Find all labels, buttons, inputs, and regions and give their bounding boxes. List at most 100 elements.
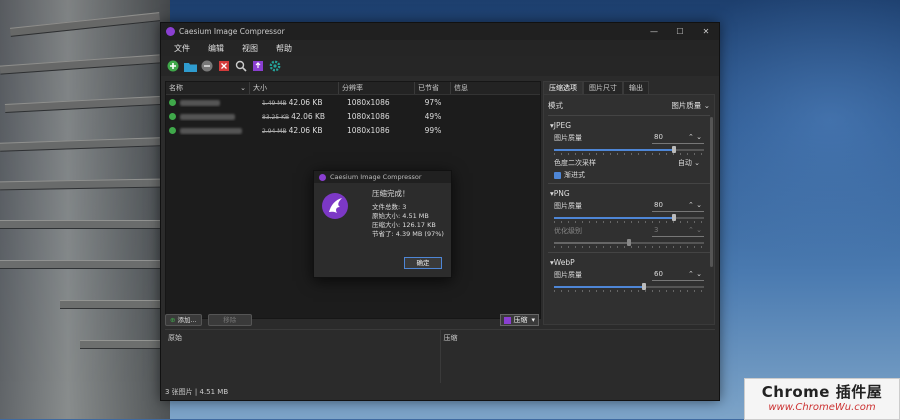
tab-output[interactable]: 输出 (623, 81, 649, 94)
saved-cell: 99% (424, 125, 442, 135)
tab-compression[interactable]: 压缩选项 (543, 81, 583, 94)
mode-label: 模式 (548, 100, 563, 110)
folder-icon[interactable] (183, 59, 197, 73)
resolution-cell: 1080x1086 (347, 125, 390, 135)
progressive-label: 渐进式 (564, 171, 585, 179)
file-name-cell (166, 112, 250, 121)
png-optimization-label: 优化级别 (554, 227, 582, 235)
column-info[interactable]: 信息 (451, 82, 540, 94)
png-optimization-row: 优化级别 3 ⌃ ⌄ (554, 225, 704, 237)
ok-button[interactable]: 确定 (404, 257, 442, 269)
toolbar (161, 56, 719, 76)
tab-resize[interactable]: 图片尺寸 (583, 81, 623, 94)
settings-icon[interactable] (268, 59, 282, 73)
export-icon[interactable] (251, 59, 265, 73)
progressive-checkbox[interactable] (554, 171, 561, 179)
jpeg-quality-spinbox[interactable]: 80 ⌃ ⌄ (652, 133, 704, 144)
resolution-cell: 1080x1086 (347, 97, 390, 107)
webp-quality-label: 图片质量 (554, 271, 582, 279)
webp-quality-slider[interactable] (554, 282, 704, 292)
chevron-down-icon: ⌄ (703, 100, 710, 110)
blurred-filename (180, 127, 242, 134)
menu-bar: 文件 编辑 视图 帮助 (161, 40, 719, 56)
original-label: 原始 (168, 334, 182, 342)
original-preview: 原始 (165, 329, 440, 383)
status-bar: 3 张图片 | 4.51 MB (165, 388, 229, 396)
webp-quality-row: 图片质量 60 ⌃ ⌄ (554, 269, 704, 281)
compress-button[interactable]: 压缩 ▾ (500, 314, 539, 326)
dialog-message: 压缩完成！ 文件总数: 3 原始大小: 4.51 MB 压缩大小: 126.17… (372, 189, 444, 239)
remove-icon[interactable] (200, 59, 214, 73)
saved-cell: 49% (424, 111, 442, 121)
png-quality-spinbox[interactable]: 80 ⌃ ⌄ (652, 201, 704, 212)
dialog-files: 文件总数: 3 (372, 203, 407, 211)
blurred-filename (180, 113, 235, 120)
dialog-compressed-size: 压缩大小: 126.17 KB (372, 221, 436, 229)
png-quality-label: 图片质量 (554, 202, 582, 210)
maximize-button[interactable]: ☐ (667, 27, 693, 36)
column-saved[interactable]: 已节省 (415, 82, 451, 94)
window-title: Caesium Image Compressor (179, 27, 285, 36)
clear-icon[interactable] (217, 59, 231, 73)
watermark-url: www.ChromeWu.com (768, 402, 876, 413)
table-header: 名称 ⌄ 大小 分辨率 已节省 信息 (166, 82, 540, 95)
png-optimization-slider[interactable] (554, 238, 704, 248)
minimize-button[interactable]: — (641, 27, 667, 36)
search-icon[interactable] (234, 59, 248, 73)
remove-button[interactable]: 移除 (207, 314, 252, 326)
png-quality-slider[interactable] (554, 213, 704, 223)
png-section-title[interactable]: ▾PNG (550, 189, 704, 198)
file-name-cell (166, 126, 250, 135)
success-check-icon (169, 113, 176, 120)
site-watermark: Chrome 插件屋 www.ChromeWu.com (744, 378, 900, 420)
app-logo-icon (166, 27, 175, 36)
close-button[interactable]: ✕ (693, 27, 719, 36)
options-tabs: 压缩选项 图片尺寸 输出 (543, 81, 715, 94)
webp-section-title[interactable]: ▾WebP (550, 258, 704, 267)
png-quality-row: 图片质量 80 ⌃ ⌄ (554, 200, 704, 212)
column-resolution[interactable]: 分辨率 (339, 82, 415, 94)
chroma-subsampling-row: 色度二次采样 自动 ⌄ (554, 157, 704, 169)
spin-arrows-icon[interactable]: ⌃ ⌄ (688, 133, 702, 143)
compress-dropdown-icon[interactable]: ▾ (531, 316, 535, 324)
dialog-app-icon (319, 173, 326, 181)
compressed-preview: 压缩 (439, 329, 715, 383)
add-icon[interactable] (166, 59, 180, 73)
webp-section: ▾WebP 图片质量 60 ⌃ ⌄ (548, 252, 710, 296)
size-cell: 83.25 KB 42.06 KB (262, 111, 326, 121)
dialog-title-bar: Caesium Image Compressor (314, 171, 451, 183)
png-optimization-spinbox[interactable]: 3 ⌃ ⌄ (652, 226, 704, 237)
menu-edit[interactable]: 编辑 (199, 43, 233, 54)
add-files-button[interactable]: ⊕ 添加... (165, 314, 202, 326)
webp-quality-spinbox[interactable]: 60 ⌃ ⌄ (652, 270, 704, 281)
table-actions: ⊕ 添加... 移除 压缩 ▾ (165, 313, 539, 327)
resolution-cell: 1080x1086 (347, 111, 390, 121)
table-row[interactable]: 83.25 KB 42.06 KB 1080x1086 49% (166, 109, 540, 123)
title-bar: Caesium Image Compressor — ☐ ✕ (161, 23, 719, 40)
spin-arrows-icon[interactable]: ⌃ ⌄ (688, 270, 702, 280)
chroma-subsampling-select[interactable]: 自动 ⌄ (678, 158, 700, 168)
table-row[interactable]: 2.94 MB 42.06 KB 1080x1086 99% (166, 123, 540, 137)
compression-options: 模式 图片质量 ⌄ ▾JPEG 图片质量 80⌃ ⌄ 色度二次采样 自动 ⌄ (543, 94, 715, 325)
completion-dialog: Caesium Image Compressor 压缩完成！ 文件总数: 3 原… (313, 170, 452, 278)
menu-help[interactable]: 帮助 (267, 43, 301, 54)
menu-view[interactable]: 视图 (233, 43, 267, 54)
progressive-row[interactable]: 渐进式 (554, 169, 704, 181)
dialog-title: Caesium Image Compressor (330, 173, 422, 181)
mode-row: 模式 图片质量 ⌄ (544, 95, 714, 115)
table-row[interactable]: 1.49 MB 42.06 KB 1080x1086 97% (166, 95, 540, 109)
jpeg-section-title[interactable]: ▾JPEG (550, 121, 704, 130)
png-section: ▾PNG 图片质量 80 ⌃ ⌄ 优化级别 3 ⌃ ⌄ (548, 183, 710, 252)
column-size[interactable]: 大小 (250, 82, 339, 94)
watermark-title: Chrome 插件屋 (761, 383, 883, 401)
dialog-original-size: 原始大小: 4.51 MB (372, 212, 429, 220)
spin-arrows-icon[interactable]: ⌃ ⌄ (688, 201, 702, 211)
jpeg-quality-slider[interactable] (554, 145, 704, 155)
spin-arrows-icon[interactable]: ⌃ ⌄ (688, 226, 702, 236)
column-name[interactable]: 名称 ⌄ (166, 82, 250, 94)
caesium-logo-icon (322, 193, 348, 219)
options-scrollbar[interactable] (710, 117, 713, 267)
mode-select[interactable]: 图片质量 ⌄ (671, 100, 710, 111)
success-check-icon (169, 127, 176, 134)
menu-file[interactable]: 文件 (165, 43, 199, 54)
